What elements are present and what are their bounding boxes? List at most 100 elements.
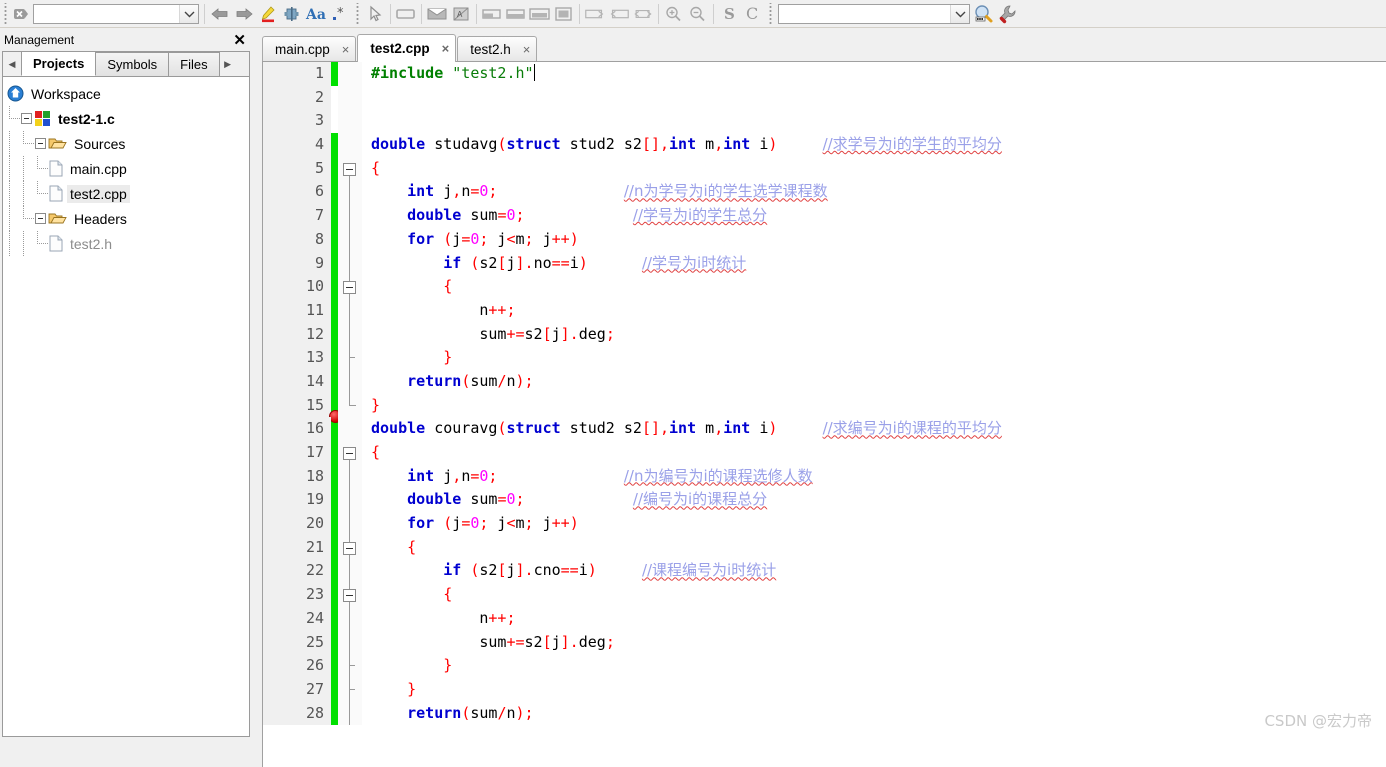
fold-margin[interactable] [338,417,362,441]
code-text[interactable]: } [362,394,1386,418]
tree-expander-icon[interactable] [21,113,32,124]
fold-margin[interactable] [338,156,362,181]
chevron-down-icon-2[interactable] [950,4,969,23]
symbol-c-icon[interactable]: C [741,3,765,25]
code-text[interactable]: double studavg(struct stud2 s2[],int m,i… [362,133,1386,157]
prev-error-icon[interactable] [583,3,607,25]
match-case-icon[interactable]: Aa [304,3,328,25]
code-line[interactable]: 18 int j,n=0; //n为编号为i的课程选修人数 [263,464,1386,489]
forward-arrow-icon[interactable] [232,3,256,25]
code-line[interactable]: 9 if (s2[j].no==i) //学号为i时统计 [263,251,1386,276]
code-line[interactable]: 25 sum+=s2[j].deg; [263,630,1386,655]
fold-margin[interactable] [338,583,362,607]
code-line[interactable]: 20 for (j=0; j<m; j++) [263,512,1386,536]
step-over-icon[interactable] [528,3,552,25]
toggle-breakpoint-icon[interactable] [631,3,655,25]
code-text[interactable]: { [362,441,1386,465]
editor-tab-test2-cpp[interactable]: test2.cpp × [357,34,457,62]
highlighter-icon[interactable] [256,3,280,25]
code-text[interactable]: { [362,583,1386,607]
project-tree[interactable]: Workspace test2-1.c Sources main.cpp test2.c… [3,77,249,736]
code-text[interactable]: double sum=0; //编号为i的课程总分 [362,488,1386,512]
code-text[interactable]: return(sum/n); [362,370,1386,394]
fold-margin[interactable] [338,654,362,678]
tree-item-test2-cpp[interactable]: test2.cpp [7,181,249,206]
fold-margin[interactable] [338,275,362,299]
wrench-icon[interactable] [996,3,1020,25]
fold-margin[interactable] [338,701,362,726]
code-text[interactable]: } [362,346,1386,370]
fold-margin[interactable] [338,322,362,347]
close-icon[interactable]: ✕ [233,31,246,49]
editor-tab-test2-h[interactable]: test2.h × [457,36,538,62]
toolbar-grip-2[interactable] [354,2,361,25]
code-line[interactable]: 14 return(sum/n); [263,369,1386,394]
close-icon-tab-test2h[interactable]: × [523,42,531,57]
back-arrow-icon[interactable] [208,3,232,25]
code-line[interactable]: 19 double sum=0; //编号为i的课程总分 [263,488,1386,513]
code-text[interactable]: int j,n=0; //n为编号为i的课程选修人数 [362,465,1386,489]
code-text[interactable]: if (s2[j].cno==i) //课程编号为i时统计 [362,559,1386,583]
zoom-in-icon[interactable] [662,3,686,25]
fold-margin[interactable] [338,204,362,228]
tab-files[interactable]: Files [168,52,220,76]
code-line[interactable]: 13 } [263,346,1386,370]
code-line[interactable]: 2 [263,85,1386,110]
tree-expander-icon[interactable] [35,138,46,149]
tree-item-main-cpp[interactable]: main.cpp [7,156,249,181]
run-to-cursor-icon[interactable] [394,3,418,25]
tab-scroll-left-icon[interactable]: ◀ [3,52,21,76]
code-text[interactable]: for (j=0; j<m; j++) [362,512,1386,536]
code-text[interactable]: n++; [362,607,1386,631]
tree-item-headers[interactable]: Headers [7,206,249,231]
tab-projects[interactable]: Projects [21,51,97,76]
next-line-icon[interactable] [425,3,449,25]
code-line[interactable]: 26 } [263,654,1386,678]
fold-margin[interactable] [338,251,362,276]
code-line[interactable]: 22 if (s2[j].cno==i) //课程编号为i时统计 [263,559,1386,584]
close-icon-tab-test2cpp[interactable]: × [442,41,450,56]
toolbar-grip-3[interactable] [767,2,774,25]
code-line[interactable]: 24 n++; [263,606,1386,631]
fold-margin[interactable] [338,133,362,157]
code-line[interactable]: 16 double couravg(struct stud2 s2[],int m… [263,417,1386,441]
editor-tab-main-cpp[interactable]: main.cpp × [262,36,357,62]
code-line[interactable]: 1 #include "test2.h" [263,62,1386,86]
code-line[interactable]: 17 { [263,441,1386,465]
code-line[interactable]: 4 double studavg(struct stud2 s2[],int m,… [263,133,1386,157]
step-into-icon[interactable] [480,3,504,25]
fold-margin[interactable] [338,227,362,252]
step-out-icon[interactable] [504,3,528,25]
code-line[interactable]: 28 return(sum/n); [263,701,1386,726]
fold-margin[interactable] [338,180,362,205]
code-line[interactable]: 15} [263,393,1386,424]
fold-margin[interactable] [338,85,362,110]
search-combo[interactable] [33,3,199,24]
code-text[interactable]: { [362,275,1386,299]
fold-margin[interactable] [338,488,362,513]
code-text[interactable] [362,109,1386,133]
code-line[interactable]: 3 [263,109,1386,134]
bookmark-icon[interactable] [280,3,304,25]
code-line[interactable]: 8 for (j=0; j<m; j++) [263,227,1386,252]
toolbar-grip[interactable] [2,2,9,25]
symbols-combo[interactable] [778,3,970,24]
fold-margin[interactable] [338,62,362,86]
next-error-icon[interactable] [607,3,631,25]
code-text[interactable]: { [362,536,1386,560]
code-line[interactable]: 5{ [263,156,1386,181]
fold-margin[interactable] [338,630,362,655]
code-line[interactable]: 12 sum+=s2[j].deg; [263,322,1386,347]
code-text[interactable]: if (s2[j].no==i) //学号为i时统计 [362,252,1386,276]
fold-margin[interactable] [338,298,362,323]
symbol-s-icon[interactable]: S [717,3,741,25]
code-line[interactable]: 6 int j,n=0; //n为学号为i的学生选学课程数 [263,180,1386,205]
code-text[interactable]: return(sum/n); [362,702,1386,726]
fold-margin[interactable] [338,512,362,536]
fold-margin[interactable] [338,535,362,560]
fold-margin[interactable] [338,559,362,584]
code-text[interactable]: #include "test2.h" [362,62,1386,86]
code-line[interactable]: 23 { [263,583,1386,607]
search-magnifier-icon[interactable] [972,3,996,25]
code-text[interactable]: n++; [362,299,1386,323]
